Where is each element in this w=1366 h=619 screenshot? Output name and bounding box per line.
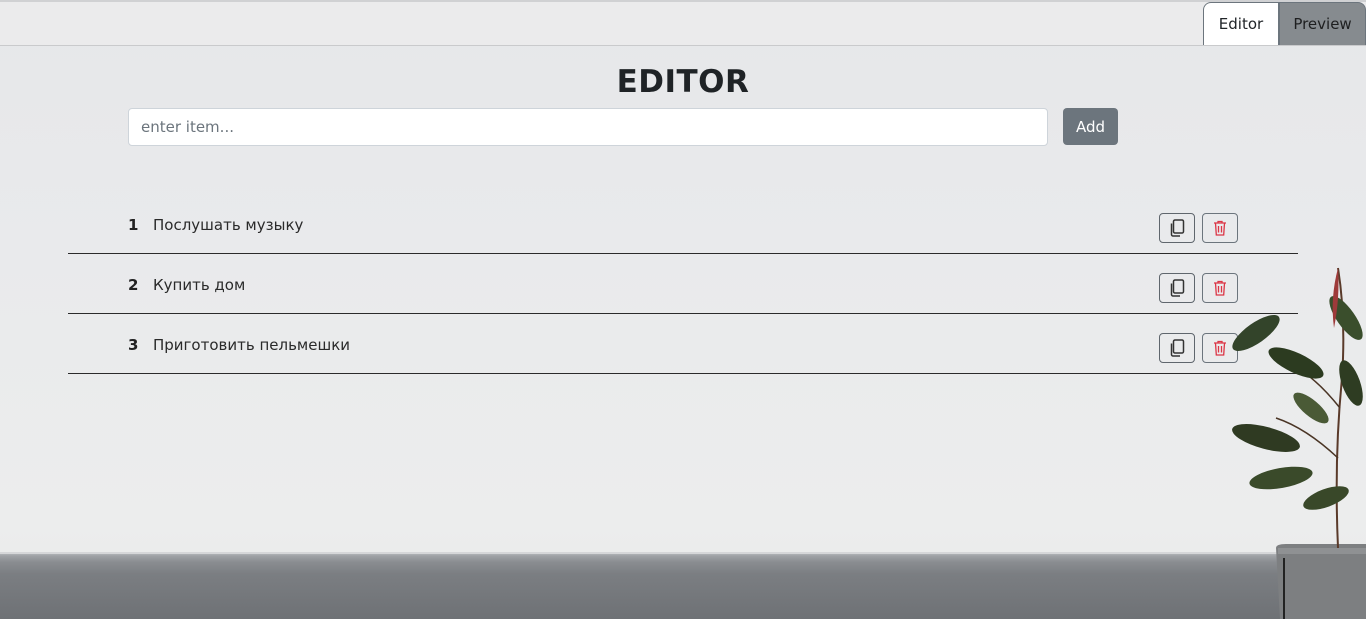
- copy-icon: [1170, 279, 1185, 297]
- item-text: Приготовить пельмешки: [153, 336, 350, 354]
- delete-button[interactable]: [1202, 213, 1238, 243]
- floor: [0, 552, 1366, 619]
- page-title: EDITOR: [616, 64, 750, 100]
- list-item: 3 Приготовить пельмешки: [68, 314, 1298, 374]
- add-item-form: Add: [128, 108, 1118, 146]
- list-item: 1 Послушать музыку: [68, 194, 1298, 254]
- item-list: 1 Послушать музыку 2 Купить дом 3 Пригот…: [68, 194, 1298, 374]
- tab-editor[interactable]: Editor: [1203, 2, 1279, 45]
- item-text: Купить дом: [153, 276, 246, 294]
- copy-button[interactable]: [1159, 273, 1195, 303]
- copy-icon: [1170, 219, 1185, 237]
- item-input[interactable]: [128, 108, 1048, 146]
- baseboard: [0, 552, 1366, 554]
- copy-button[interactable]: [1159, 333, 1195, 363]
- trash-icon: [1214, 340, 1226, 356]
- item-text: Послушать музыку: [153, 216, 304, 234]
- copy-button[interactable]: [1159, 213, 1195, 243]
- trash-icon: [1214, 280, 1226, 296]
- header: Editor Preview: [0, 2, 1366, 46]
- item-number: 1: [128, 216, 139, 234]
- tab-preview[interactable]: Preview: [1279, 2, 1366, 45]
- trash-icon: [1214, 220, 1226, 236]
- item-number: 3: [128, 336, 139, 354]
- list-item: 2 Купить дом: [68, 254, 1298, 314]
- plant-image: [1232, 267, 1366, 619]
- tab-bar: Editor Preview: [1203, 2, 1366, 46]
- copy-icon: [1170, 339, 1185, 357]
- add-button[interactable]: Add: [1063, 108, 1118, 145]
- item-number: 2: [128, 276, 139, 294]
